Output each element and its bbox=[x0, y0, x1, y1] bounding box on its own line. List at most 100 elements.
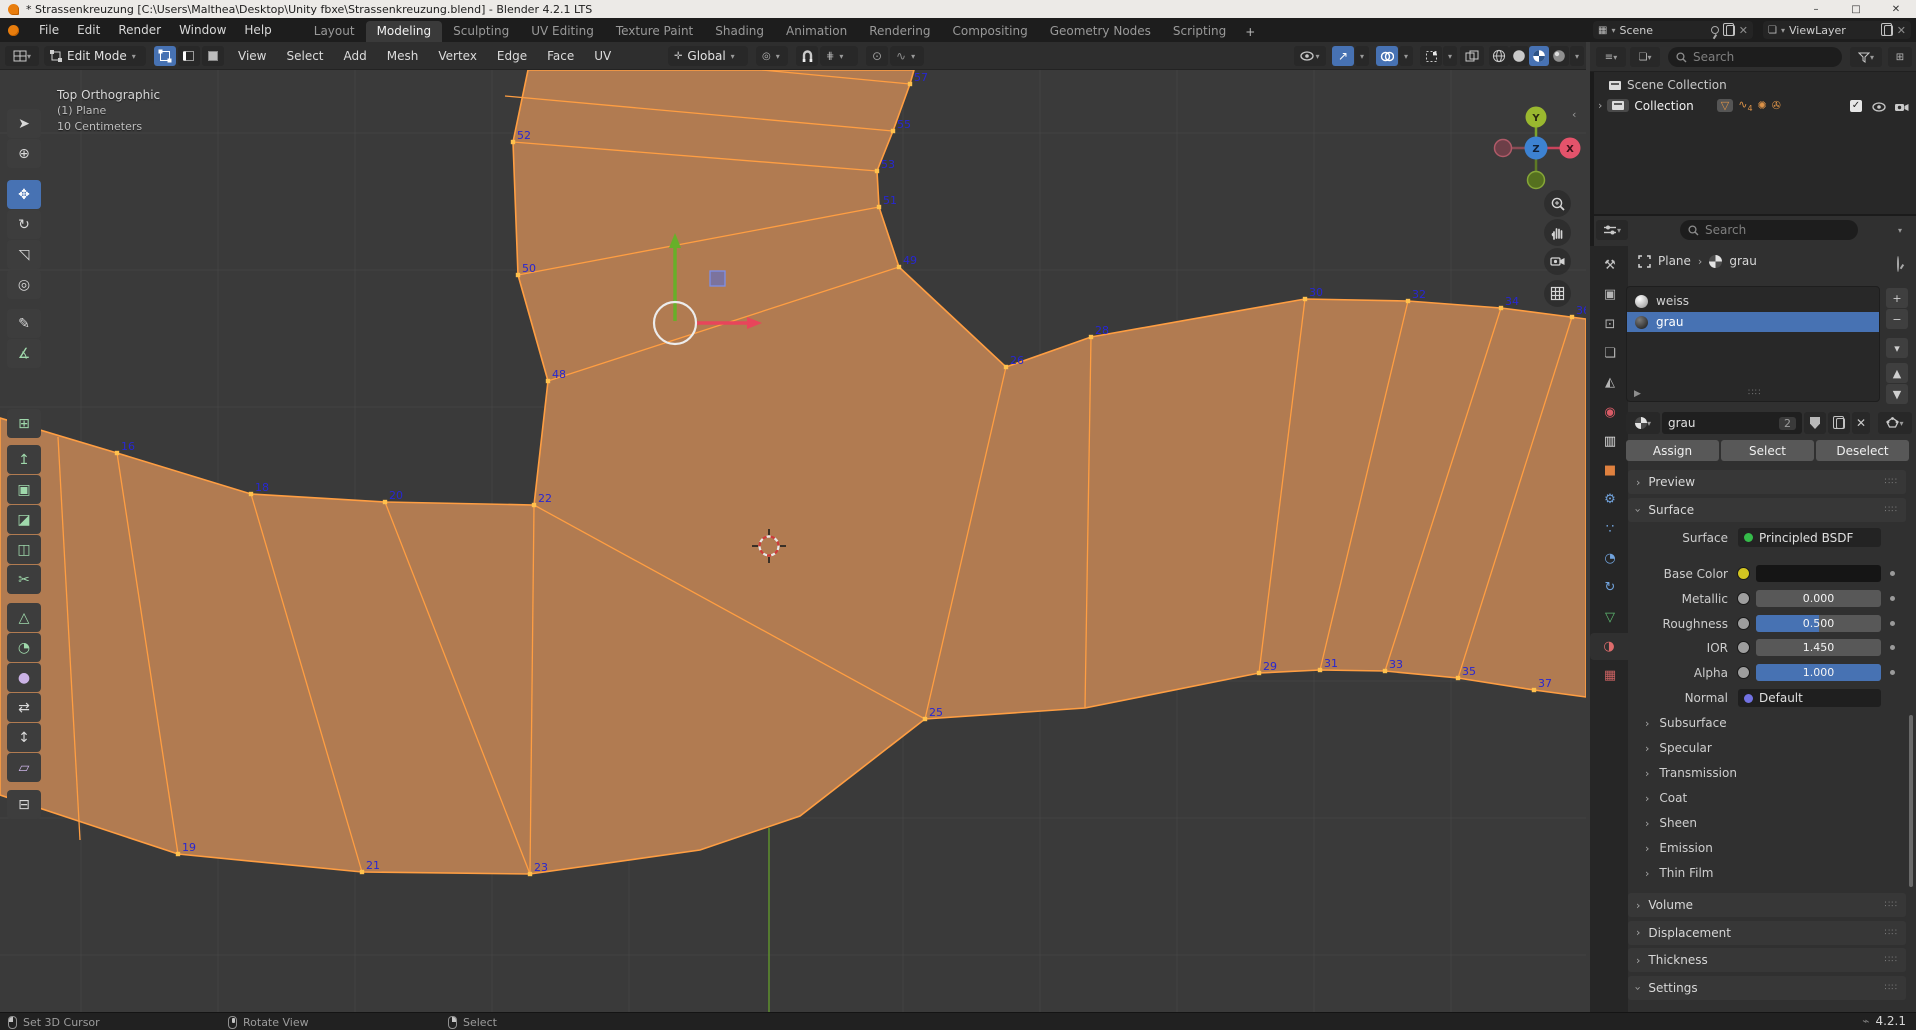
properties-tab-particles[interactable]: ∵ bbox=[1592, 516, 1628, 543]
face-select-mode-button[interactable] bbox=[202, 46, 224, 66]
shading-material-preview-button[interactable] bbox=[1529, 46, 1549, 66]
editor-type-button[interactable]: ▾ bbox=[5, 46, 39, 66]
add-cube-tool[interactable]: ⊞ bbox=[7, 409, 41, 438]
move-tool[interactable]: ✥ bbox=[7, 180, 41, 209]
spin-tool[interactable]: ◔ bbox=[7, 633, 41, 662]
roughness-socket-icon[interactable] bbox=[1737, 617, 1750, 630]
hide-eye-icon[interactable] bbox=[1872, 102, 1887, 112]
edge-select-mode-button[interactable] bbox=[178, 46, 200, 66]
properties-tab-render[interactable]: ▣ bbox=[1592, 281, 1628, 308]
tab-texture-paint[interactable]: Texture Paint bbox=[605, 21, 704, 42]
metallic-slider[interactable]: 0.000 bbox=[1756, 590, 1881, 607]
blender-menu-icon[interactable] bbox=[8, 25, 19, 36]
menu-help[interactable]: Help bbox=[235, 23, 280, 37]
scene-selector[interactable]: ▦▾ Scene ✕ bbox=[1593, 21, 1753, 39]
object-visibility-dropdown[interactable]: ▾ bbox=[1294, 46, 1326, 66]
tab-sculpting[interactable]: Sculpting bbox=[442, 21, 520, 42]
scale-tool[interactable]: ◹ bbox=[7, 240, 41, 269]
bevel-tool[interactable]: ◪ bbox=[7, 505, 41, 534]
unlink-material-button[interactable]: ✕ bbox=[1852, 412, 1870, 434]
surface-shader-value[interactable]: Principled BSDF bbox=[1738, 528, 1881, 547]
tab-compositing[interactable]: Compositing bbox=[941, 21, 1038, 42]
measure-tool[interactable]: ∡ bbox=[7, 339, 41, 368]
gizmo-dropdown[interactable]: ▾ bbox=[1355, 46, 1369, 66]
menu-window[interactable]: Window bbox=[170, 23, 235, 37]
panel-settings[interactable]: ›Settings∷∷ bbox=[1628, 976, 1906, 1000]
subpanel-coat[interactable]: ›Coat bbox=[1645, 791, 1687, 805]
close-button[interactable]: ✕ bbox=[1876, 0, 1916, 18]
viewport-menu-add[interactable]: Add bbox=[334, 49, 377, 63]
panel-grip[interactable]: ∷∷ bbox=[1885, 955, 1898, 965]
vertex-select-mode-button[interactable] bbox=[154, 46, 176, 66]
properties-tab-world[interactable]: ◉ bbox=[1592, 399, 1628, 426]
extrude-region-tool[interactable]: ↥ bbox=[7, 445, 41, 474]
subpanel-emission[interactable]: ›Emission bbox=[1645, 841, 1713, 855]
outliner-filter-image-dropdown[interactable]: ❏▾ bbox=[1630, 47, 1660, 67]
remove-view-layer-icon[interactable]: ✕ bbox=[1897, 24, 1906, 37]
edge-slide-tool[interactable]: ⇄ bbox=[7, 693, 41, 722]
breadcrumb-material[interactable]: grau bbox=[1729, 254, 1757, 268]
cursor-tool[interactable]: ⊕ bbox=[7, 139, 41, 168]
snap-target-dropdown[interactable]: ⋕▾ bbox=[820, 46, 858, 66]
outliner-search[interactable]: Search bbox=[1668, 47, 1842, 67]
tab-animation[interactable]: Animation bbox=[775, 21, 858, 42]
toggle-xray-button[interactable] bbox=[1460, 46, 1484, 66]
node-tree-button[interactable]: ▾ bbox=[1878, 412, 1912, 434]
material-specials-dropdown[interactable]: ▾ bbox=[1886, 338, 1908, 358]
base-color-swatch[interactable] bbox=[1756, 565, 1881, 582]
viewport-canvas[interactable]: 5250485755535149161820221921232628303234… bbox=[0, 70, 1586, 1012]
new-collection-button[interactable]: ⊞ bbox=[1888, 47, 1912, 67]
shading-solid-button[interactable] bbox=[1509, 46, 1529, 66]
tab-uv-editing[interactable]: UV Editing bbox=[520, 21, 605, 42]
light-badge-icon[interactable]: ✺ bbox=[1758, 99, 1767, 112]
new-view-layer-icon[interactable] bbox=[1884, 25, 1893, 36]
xray-dropdown[interactable]: ▾ bbox=[1443, 46, 1457, 66]
subpanel-specular[interactable]: ›Specular bbox=[1645, 741, 1712, 755]
sidebar-collapse-arrow[interactable]: ‹ bbox=[1572, 108, 1576, 121]
normal-input[interactable]: Default bbox=[1738, 689, 1881, 707]
browse-material-button[interactable]: ▾ bbox=[1626, 412, 1660, 434]
smooth-tool[interactable]: ● bbox=[7, 663, 41, 692]
fake-user-button[interactable] bbox=[1804, 412, 1826, 434]
scene-collection-row[interactable]: Scene Collection bbox=[1608, 78, 1727, 92]
mode-dropdown[interactable]: Edit Mode ▾ bbox=[44, 46, 146, 66]
properties-scrollbar[interactable] bbox=[1909, 715, 1913, 887]
alpha-slider[interactable]: 1.000 bbox=[1756, 664, 1881, 681]
pin-icon[interactable] bbox=[1711, 26, 1719, 34]
proportional-falloff-dropdown[interactable]: ∿▾ bbox=[890, 46, 924, 66]
surface-panel-header[interactable]: ›Surface∷∷ bbox=[1628, 498, 1906, 522]
transform-orientation-dropdown[interactable]: ✛ Global ▾ bbox=[668, 46, 748, 66]
knife-tool[interactable]: ✂ bbox=[7, 565, 41, 594]
add-material-slot-button[interactable]: + bbox=[1886, 288, 1908, 308]
tab-scripting[interactable]: Scripting bbox=[1162, 21, 1237, 42]
pan-button[interactable] bbox=[1544, 219, 1571, 246]
curve-badge-icon[interactable]: ∿4 bbox=[1738, 98, 1752, 113]
show-gizmo-toggle[interactable]: ↗ bbox=[1332, 46, 1354, 66]
deselect-button[interactable]: Deselect bbox=[1816, 440, 1909, 461]
material-slot-grau[interactable]: grau bbox=[1627, 312, 1879, 332]
properties-editor-type-button[interactable]: ▾ bbox=[1596, 220, 1628, 240]
assign-button[interactable]: Assign bbox=[1626, 440, 1719, 461]
panel-grip[interactable]: ∷∷ bbox=[1885, 900, 1898, 910]
keyframe-dot[interactable] bbox=[1890, 621, 1895, 626]
menu-render[interactable]: Render bbox=[109, 23, 170, 37]
viewport-menu-mesh[interactable]: Mesh bbox=[377, 49, 429, 63]
pin-id-icon[interactable] bbox=[1897, 256, 1899, 272]
metallic-socket-icon[interactable] bbox=[1737, 592, 1750, 605]
shading-rendered-button[interactable] bbox=[1549, 46, 1569, 66]
tweak-select-tool[interactable]: ➤ bbox=[7, 109, 41, 138]
tab-rendering[interactable]: Rendering bbox=[858, 21, 941, 42]
selectable-checkbox[interactable]: ✓ bbox=[1850, 100, 1862, 112]
properties-tab-view-layer[interactable]: ❏ bbox=[1592, 340, 1628, 367]
overlays-dropdown[interactable]: ▾ bbox=[1399, 46, 1413, 66]
viewport-menu-edge[interactable]: Edge bbox=[487, 49, 537, 63]
properties-tab-modifiers[interactable]: ⚙ bbox=[1592, 486, 1628, 513]
shading-dropdown[interactable]: ▾ bbox=[1570, 46, 1584, 66]
transform-tool[interactable]: ◎ bbox=[7, 270, 41, 299]
add-workspace-button[interactable]: + bbox=[1237, 22, 1263, 42]
tab-layout[interactable]: Layout bbox=[303, 21, 366, 42]
roughness-slider[interactable]: 0.500 bbox=[1756, 615, 1881, 632]
unlink-scene-icon[interactable]: ✕ bbox=[1739, 24, 1748, 37]
rotate-tool[interactable]: ↻ bbox=[7, 210, 41, 239]
menu-edit[interactable]: Edit bbox=[68, 23, 109, 37]
